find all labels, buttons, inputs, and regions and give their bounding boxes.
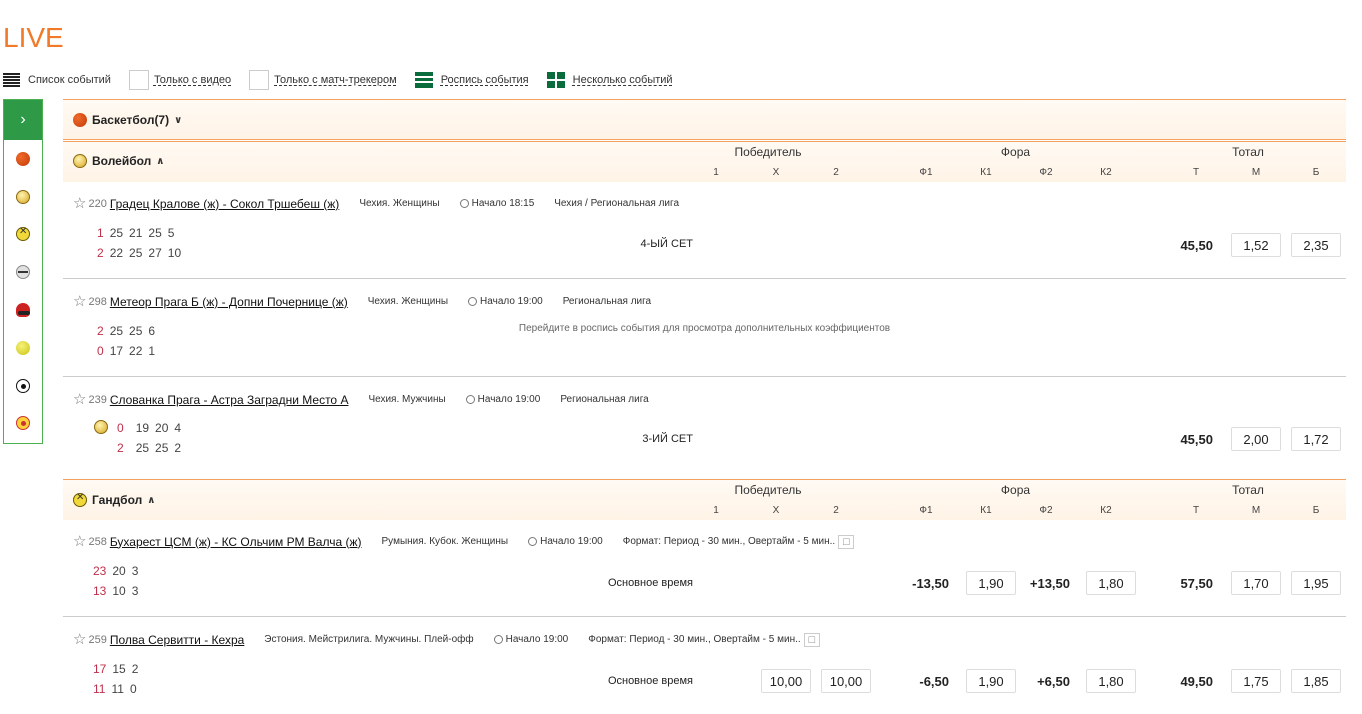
checkbox-icon[interactable] [249, 70, 270, 90]
sidebar-baseball[interactable] [4, 291, 42, 329]
odd-under[interactable]: 1,75 [1231, 669, 1281, 693]
odd-k2[interactable]: 1,80 [1086, 571, 1136, 595]
match-link[interactable]: Градец Кралове (ж) - Сокол Тршебеш (ж) [110, 197, 340, 211]
rows-icon [414, 72, 433, 88]
odd-2[interactable]: 10,00 [821, 669, 871, 693]
collapse-icon[interactable]: ∧ [156, 156, 164, 167]
clock-icon [468, 296, 478, 306]
odd-over[interactable]: 1,85 [1291, 669, 1341, 693]
futsal-icon [16, 416, 30, 431]
event-row: ☆ 258 Бухарест ЦСМ (ж) - КС Ольчим РМ Ва… [63, 520, 1346, 617]
score-team2: 2 22 25 27 10 [97, 246, 182, 260]
sidebar-handball[interactable] [4, 216, 42, 254]
odd-k2[interactable]: 1,80 [1086, 669, 1136, 693]
score-team2: 13 10 3 [93, 584, 139, 598]
collapse-icon[interactable]: ∧ [147, 495, 155, 506]
sidebar-basketball[interactable] [4, 140, 42, 178]
score-team2: 11 11 0 [93, 682, 137, 696]
sport-header-volleyball[interactable]: Волейбол ∧ Победитель Фора Тотал 1 X 2 Ф… [63, 141, 1346, 182]
match-link[interactable]: Метеор Прага Б (ж) - Допни Почернице (ж) [110, 295, 348, 309]
volleyball-icon [16, 189, 30, 204]
score-team1: 0 19 20 4 [117, 421, 182, 435]
odd-k1[interactable]: 1,90 [966, 669, 1016, 693]
odd-over[interactable]: 2,35 [1291, 233, 1341, 257]
baseball-icon [16, 303, 30, 318]
sidebar-tennis[interactable] [4, 329, 42, 367]
football-icon [16, 378, 30, 393]
odd-k1[interactable]: 1,90 [966, 571, 1016, 595]
basketball-icon [73, 113, 87, 127]
odd-over[interactable]: 1,95 [1291, 571, 1341, 595]
odd-over[interactable]: 1,72 [1291, 427, 1341, 451]
star-icon[interactable]: ☆ [73, 392, 86, 407]
odd-under[interactable]: 1,70 [1231, 571, 1281, 595]
basketball-icon [16, 151, 30, 166]
event-note: Перейдите в роспись события для просмотр… [518, 323, 891, 334]
match-link[interactable]: Слованка Прага - Астра Заградни Место А [110, 393, 349, 407]
expand-icon[interactable]: ∨ [174, 115, 182, 126]
tennis-icon [16, 340, 30, 355]
view-event-list[interactable]: Список событий [3, 72, 111, 88]
hockey-icon [16, 265, 30, 280]
chevron-right-icon[interactable]: › [4, 100, 42, 140]
info-icon[interactable]: ☐ [803, 632, 820, 647]
sidebar-football[interactable] [4, 367, 42, 405]
star-icon[interactable]: ☆ [73, 534, 86, 549]
sidebar-futsal[interactable] [4, 405, 42, 443]
star-icon[interactable]: ☆ [73, 294, 86, 309]
view-multi-events[interactable]: Несколько событий [546, 72, 673, 88]
sport-header-basketball[interactable]: Баскетбол(7) ∨ [63, 99, 1346, 140]
clock-icon [493, 634, 503, 644]
sport-header-handball[interactable]: Гандбол ∧ Победитель Фора Тотал 1 X 2 Ф1… [63, 479, 1346, 520]
star-icon[interactable]: ☆ [73, 196, 86, 211]
score-team1: 23 20 3 [93, 564, 139, 578]
odd-under[interactable]: 2,00 [1231, 427, 1281, 451]
odd-x[interactable]: 10,00 [761, 669, 811, 693]
clock-icon [465, 394, 475, 404]
volleyball-icon [73, 154, 87, 168]
score-team1: 1 25 21 25 5 [97, 226, 175, 240]
view-toolbar: Список событий Только с видео Только с м… [3, 68, 691, 92]
serve-indicator-icon [94, 420, 108, 434]
sports-sidebar: › [3, 99, 43, 444]
score-team2: 2 25 25 2 [117, 441, 182, 455]
checkbox-icon[interactable] [128, 70, 149, 90]
score-team2: 0 17 22 1 [97, 344, 156, 358]
page-title: LIVE [3, 22, 64, 53]
clock-icon [528, 536, 538, 546]
odd-under[interactable]: 1,52 [1231, 233, 1281, 257]
match-link[interactable]: Полва Сервитти - Кехра [110, 633, 244, 647]
event-row: ☆ 220 Градец Кралове (ж) - Сокол Тршебеш… [63, 182, 1346, 279]
star-icon[interactable]: ☆ [73, 632, 86, 647]
clock-icon [459, 198, 469, 208]
score-team1: 17 15 2 [93, 662, 139, 676]
match-link[interactable]: Бухарест ЦСМ (ж) - КС Ольчим РМ Валча (ж… [110, 535, 362, 549]
handball-icon [73, 492, 87, 507]
handball-icon [16, 226, 30, 242]
event-row: ☆ 298 Метеор Прага Б (ж) - Допни Почерни… [63, 280, 1346, 377]
filter-only-video[interactable]: Только с видео [128, 70, 231, 90]
event-row: ☆ 239 Слованка Прага - Астра Заградни Ме… [63, 378, 1346, 478]
sidebar-hockey[interactable] [4, 253, 42, 291]
sidebar-volleyball[interactable] [4, 178, 42, 216]
list-icon [3, 72, 20, 88]
info-icon[interactable]: ☐ [838, 534, 855, 549]
filter-only-tracker[interactable]: Только с матч-трекером [249, 70, 397, 90]
view-event-detail[interactable]: Роспись события [414, 72, 529, 88]
grid-icon [546, 72, 565, 88]
event-row: ☆ 259 Полва Сервитти - Кехра Эстония. Ме… [63, 618, 1346, 714]
